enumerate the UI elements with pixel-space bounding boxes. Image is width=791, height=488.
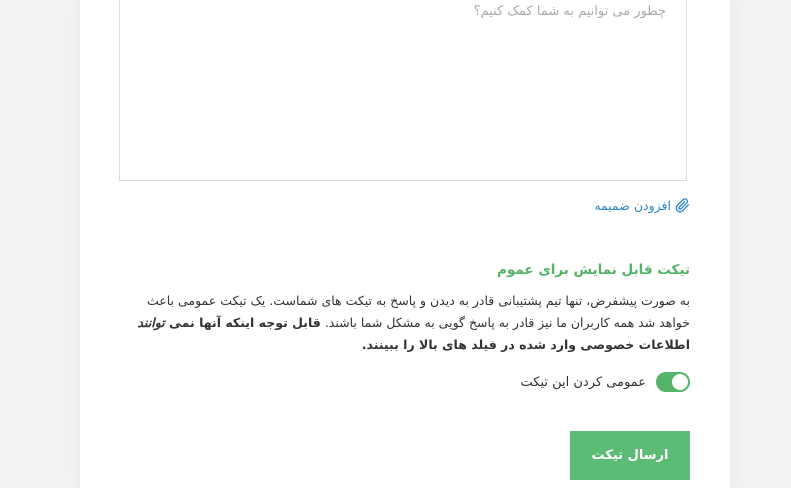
- description-note-italic: توانند: [137, 315, 165, 330]
- description-note-bold: قابل توجه اینکه آنها نمی: [164, 315, 321, 330]
- paperclip-icon: [675, 198, 690, 213]
- add-attachment-label: افزودن ضمیمه: [594, 198, 671, 213]
- message-placeholder: چطور می توانیم به شما کمک کنیم؟: [473, 4, 666, 19]
- add-attachment-link[interactable]: افزودن ضمیمه: [594, 198, 690, 213]
- description-note-bold-end: اطلاعات خصوصی وارد شده در فیلد های بالا …: [361, 337, 690, 352]
- message-textarea[interactable]: چطور می توانیم به شما کمک کنیم؟: [119, 0, 687, 181]
- public-toggle-label: عمومی کردن این تیکت: [520, 374, 647, 390]
- submit-ticket-button[interactable]: ارسال تیکت: [570, 431, 690, 480]
- public-toggle-row: عمومی کردن این تیکت: [520, 372, 690, 392]
- toggle-knob: [672, 374, 688, 390]
- public-ticket-title: تیکت قابل نمایش برای عموم: [497, 262, 690, 278]
- ticket-form-card: چطور می توانیم به شما کمک کنیم؟ افزودن ض…: [80, 0, 730, 488]
- public-toggle-switch[interactable]: [656, 372, 690, 392]
- public-ticket-description: به صورت پیشفرض، تنها تیم پشتیبانی قادر ب…: [115, 290, 690, 356]
